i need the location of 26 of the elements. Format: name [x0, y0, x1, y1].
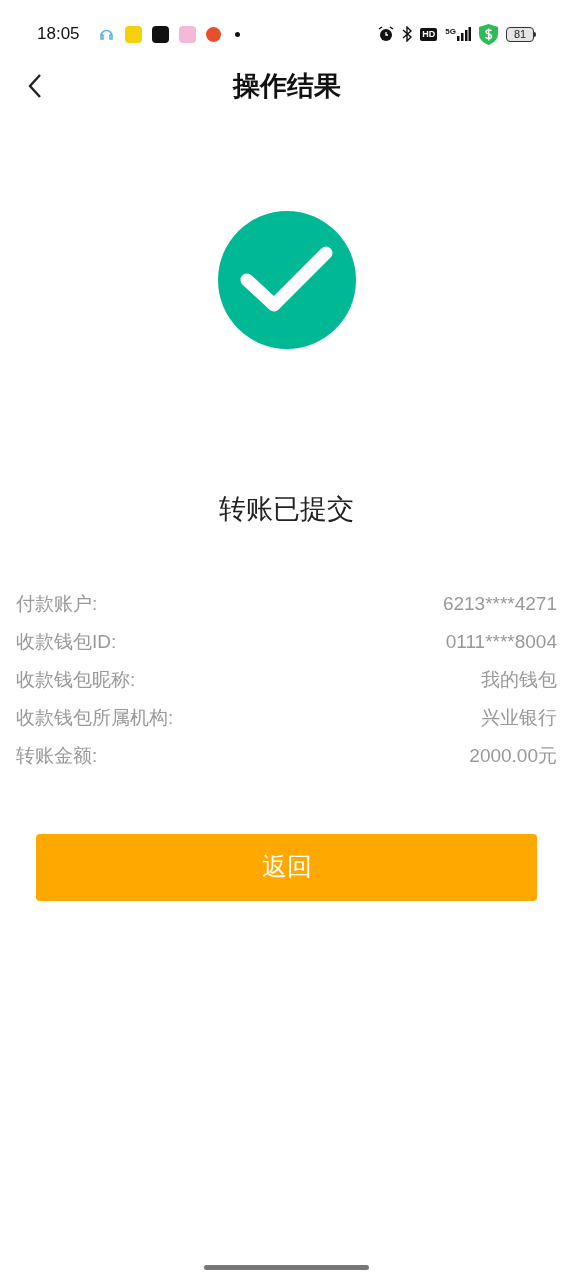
detail-value: 我的钱包 — [481, 668, 557, 693]
return-button[interactable]: 返回 — [36, 833, 537, 901]
battery-level: 81 — [506, 26, 534, 42]
app-icon — [151, 25, 169, 43]
detail-label: 收款钱包所属机构: — [16, 706, 174, 731]
detail-value: 0111****8004 — [445, 630, 557, 655]
detail-value: 兴业银行 — [481, 706, 557, 731]
status-time: 18:05 — [37, 23, 80, 46]
detail-label: 收款钱包ID: — [16, 630, 117, 655]
detail-label: 收款钱包昵称: — [16, 668, 136, 693]
detail-value: 2000.00元 — [469, 744, 557, 769]
back-icon — [28, 73, 42, 99]
alarm-icon — [378, 26, 395, 42]
detail-value: 6213****4271 — [442, 592, 557, 617]
page-title: 操作结果 — [232, 69, 341, 103]
signal-icon — [457, 27, 471, 41]
app-icon — [124, 25, 142, 43]
bluetooth-icon — [402, 26, 413, 42]
success-check-icon — [217, 211, 356, 349]
network-type: 5G — [445, 27, 456, 36]
shield-dollar-icon — [479, 23, 498, 45]
result-message: 转账已提交 — [219, 493, 354, 526]
hd-badge: HD — [420, 27, 438, 41]
detail-label: 付款账户: — [16, 592, 98, 617]
detail-label: 转账金额: — [16, 744, 98, 769]
app-icon — [178, 25, 196, 43]
